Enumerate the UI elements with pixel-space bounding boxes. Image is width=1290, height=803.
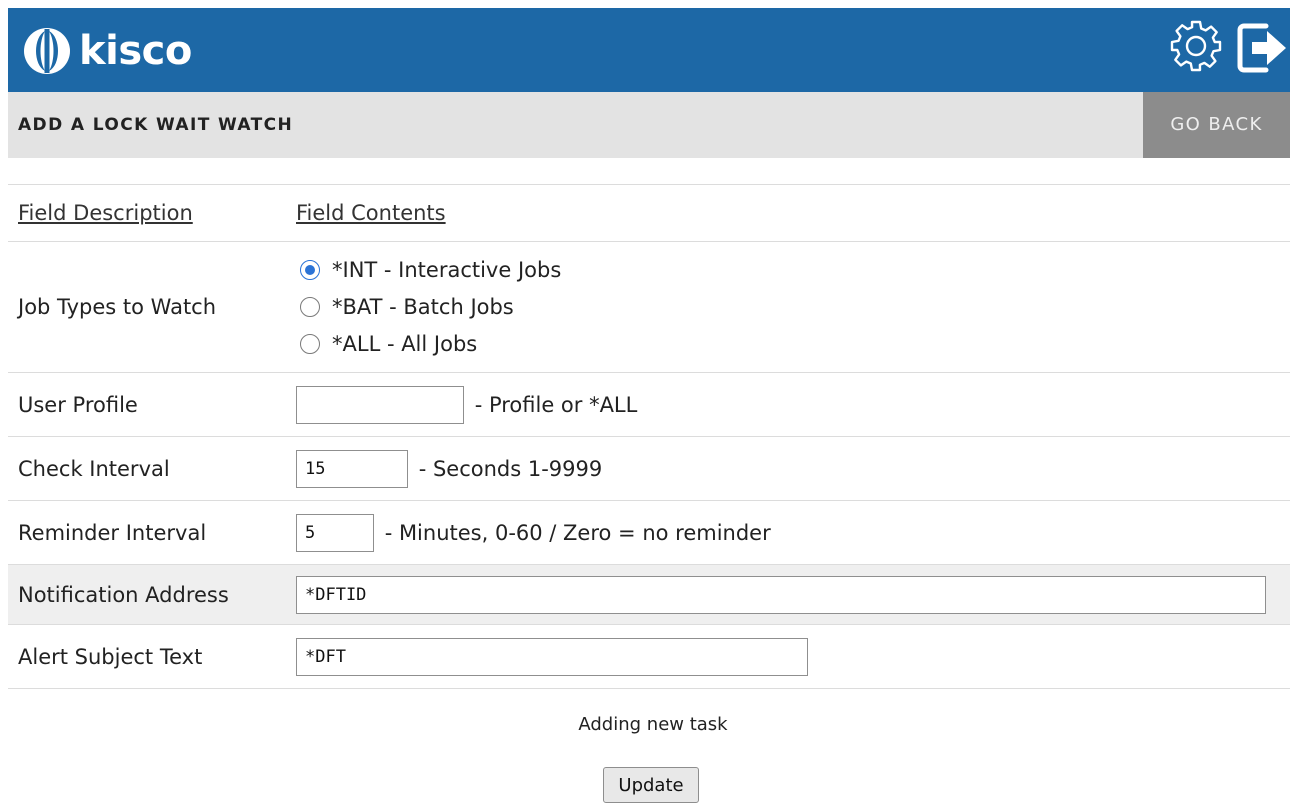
radio-bat[interactable]	[300, 297, 320, 317]
radio-all-label: *ALL - All Jobs	[332, 332, 478, 356]
gear-icon[interactable]	[1168, 18, 1224, 74]
brand-name: kisco	[79, 28, 192, 74]
header-field-contents: Field Contents	[296, 201, 446, 225]
notification-address-input[interactable]	[296, 575, 1266, 614]
radio-int-label: *INT - Interactive Jobs	[332, 258, 562, 282]
alert-subject-label: Alert Subject Text	[8, 624, 286, 689]
radio-option-all[interactable]: *ALL - All Jobs	[296, 326, 1290, 363]
go-back-button[interactable]: GO BACK	[1143, 92, 1290, 158]
radio-option-int[interactable]: *INT - Interactive Jobs	[296, 252, 1290, 289]
update-button[interactable]: Update	[603, 767, 699, 803]
table-header-row: Field Description Field Contents	[8, 184, 1290, 242]
user-profile-input[interactable]	[296, 385, 464, 424]
alert-subject-input[interactable]	[296, 637, 808, 676]
kisco-logo-icon	[24, 28, 70, 74]
page-title-bar: ADD A LOCK WAIT WATCH GO BACK	[8, 92, 1290, 158]
reminder-interval-row: Reminder Interval - Minutes, 0-60 / Zero…	[8, 500, 1290, 565]
user-profile-hint: - Profile or *ALL	[474, 392, 638, 417]
top-header-bar: kisco	[8, 8, 1290, 92]
user-profile-row: User Profile - Profile or *ALL	[8, 372, 1290, 437]
reminder-interval-label: Reminder Interval	[8, 500, 286, 565]
check-interval-label: Check Interval	[8, 436, 286, 501]
header-field-description: Field Description	[18, 201, 193, 225]
radio-all[interactable]	[300, 334, 320, 354]
radio-int[interactable]	[300, 260, 320, 280]
radio-option-bat[interactable]: *BAT - Batch Jobs	[296, 289, 1290, 326]
job-types-row: Job Types to Watch *INT - Interactive Jo…	[8, 241, 1290, 373]
kisco-logo: kisco	[22, 26, 192, 76]
check-interval-row: Check Interval - Seconds 1-9999	[8, 436, 1290, 501]
radio-bat-label: *BAT - Batch Jobs	[332, 295, 514, 319]
reminder-interval-input[interactable]	[296, 513, 374, 552]
check-interval-hint: - Seconds 1-9999	[418, 456, 603, 481]
user-profile-label: User Profile	[8, 372, 286, 437]
job-types-label: Job Types to Watch	[8, 241, 286, 373]
alert-subject-row: Alert Subject Text	[8, 624, 1290, 689]
sign-out-icon[interactable]	[1236, 20, 1290, 76]
notification-address-label: Notification Address	[8, 564, 286, 625]
status-message: Adding new task	[578, 714, 728, 735]
watch-form-table: Field Description Field Contents Job Typ…	[8, 184, 1290, 689]
reminder-interval-hint: - Minutes, 0-60 / Zero = no reminder	[384, 520, 771, 545]
page-title: ADD A LOCK WAIT WATCH	[18, 115, 294, 135]
notification-address-row: Notification Address	[8, 564, 1290, 625]
check-interval-input[interactable]	[296, 449, 408, 488]
